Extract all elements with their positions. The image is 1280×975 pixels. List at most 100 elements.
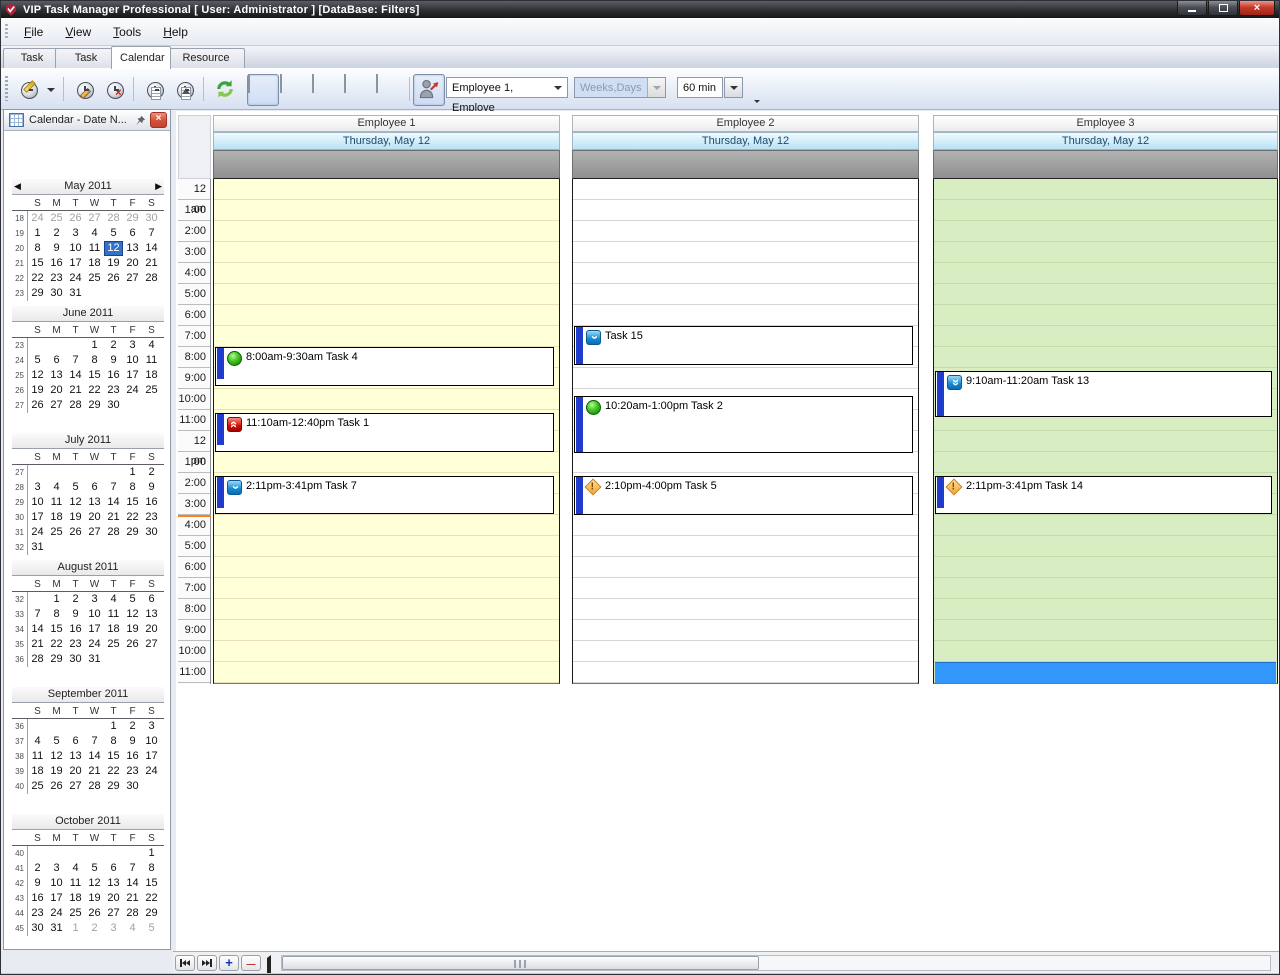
remove-resource-button[interactable] [241,955,261,971]
day-cell[interactable]: 5 [47,734,66,749]
day-cell[interactable]: 27 [85,211,104,226]
day-cell[interactable]: 22 [28,271,47,286]
next-month-arrow-icon[interactable]: ▶ [155,181,162,192]
day-cell[interactable]: 5 [142,921,161,936]
day-cell[interactable]: 10 [123,353,142,368]
day-cell[interactable]: 2 [66,592,85,607]
day-cell[interactable]: 3 [85,592,104,607]
horizontal-scrollbar[interactable] [281,955,1271,971]
day-cell[interactable]: 30 [47,286,66,301]
day-cell[interactable]: 2 [123,719,142,734]
day-cell[interactable]: 4 [142,338,161,353]
day-cell[interactable]: 7 [28,607,47,622]
day-cell[interactable]: 12 [47,749,66,764]
day-cell[interactable]: 16 [66,622,85,637]
day-cell[interactable]: 16 [28,891,47,906]
day-cell[interactable]: 7 [104,480,123,495]
day-cell[interactable]: 14 [28,622,47,637]
day-cell[interactable]: 3 [66,226,85,241]
day-cell[interactable]: 28 [123,906,142,921]
calendar-event-task15[interactable]: ‹ Task 15 [574,326,913,365]
calendar-event-task7[interactable]: ‹ 2:11pm-3:41pm Task 7 [215,476,554,514]
tab-calendar[interactable]: Calendar [111,46,171,69]
group-by-resource-button[interactable] [413,74,445,106]
panel-close-button[interactable]: × [150,112,167,128]
day-cell[interactable]: 13 [104,876,123,891]
day-cell[interactable]: 26 [66,525,85,540]
close-button[interactable]: × [1239,1,1275,16]
day-cell[interactable]: 15 [123,495,142,510]
day-cell[interactable]: 3 [104,921,123,936]
day-cell[interactable]: 29 [47,652,66,667]
day-cell[interactable]: 11 [85,241,104,256]
day-cell[interactable]: 23 [104,383,123,398]
day-cell[interactable]: 24 [47,906,66,921]
day-cell[interactable]: 4 [28,734,47,749]
day-cell[interactable]: 22 [142,891,161,906]
day-cell[interactable]: 5 [28,353,47,368]
day-cell[interactable]: 6 [85,480,104,495]
day-cell[interactable]: 29 [123,211,142,226]
day-cell[interactable]: 1 [28,226,47,241]
day-cell[interactable]: 25 [142,383,161,398]
scrollbar-thumb[interactable] [282,956,759,970]
day-cell[interactable]: 29 [85,398,104,413]
day-cell[interactable]: 19 [104,256,123,271]
day-cell[interactable]: 20 [85,510,104,525]
day-grid-employee1[interactable]: 8:00am-9:30am Task 4 « 11:10am-12:40pm T… [213,179,560,684]
day-cell[interactable]: 27 [123,271,142,286]
day-cell[interactable]: 13 [123,241,142,256]
day-cell[interactable]: 11 [104,607,123,622]
day-cell[interactable]: 7 [123,861,142,876]
day-cell[interactable]: 25 [47,211,66,226]
tab-resource-list[interactable]: Resource List [167,48,245,68]
day-cell[interactable]: 10 [47,876,66,891]
day-cell[interactable]: 27 [85,525,104,540]
day-cell[interactable]: 19 [85,891,104,906]
day-cell[interactable]: 26 [28,398,47,413]
day-cell[interactable]: 1 [85,338,104,353]
calendar-event-task14[interactable]: ! 2:11pm-3:41pm Task 14 [935,476,1272,514]
day-cell[interactable]: 4 [104,592,123,607]
day-cell[interactable]: 8 [85,353,104,368]
day-cell[interactable]: 14 [85,749,104,764]
day-cell[interactable]: 11 [66,876,85,891]
day-cell[interactable]: 2 [28,861,47,876]
day-cell[interactable]: 20 [104,891,123,906]
day-cell[interactable]: 3 [123,338,142,353]
day-cell[interactable]: 13 [66,749,85,764]
day-cell[interactable]: 9 [47,241,66,256]
day-cell[interactable]: 13 [47,368,66,383]
day-cell[interactable]: 10 [85,607,104,622]
day-cell[interactable]: 15 [85,368,104,383]
day-cell[interactable]: 18 [85,256,104,271]
day-cell[interactable]: 28 [142,271,161,286]
day-cell[interactable]: 9 [123,734,142,749]
copy-task-button[interactable] [139,74,171,106]
view-list-button[interactable] [375,74,407,106]
day-cell[interactable]: 14 [66,368,85,383]
interval-combo[interactable]: 60 min [677,77,723,98]
day-cell[interactable]: 20 [47,383,66,398]
day-cell[interactable]: 4 [66,861,85,876]
day-cell[interactable]: 27 [66,779,85,794]
day-cell[interactable]: 24 [28,525,47,540]
day-cell[interactable]: 12 [104,241,123,256]
day-cell[interactable]: 29 [142,906,161,921]
day-cell[interactable]: 2 [104,338,123,353]
day-cell[interactable]: 1 [142,846,161,861]
day-cell[interactable]: 5 [85,861,104,876]
interval-dropdown-button[interactable] [724,77,743,98]
day-cell[interactable]: 22 [104,764,123,779]
calendar-event-task5[interactable]: ! 2:10pm-4:00pm Task 5 [574,476,913,515]
day-cell[interactable]: 7 [142,226,161,241]
day-cell[interactable]: 16 [142,495,161,510]
day-cell[interactable]: 22 [85,383,104,398]
day-cell[interactable]: 21 [28,637,47,652]
prev-month-arrow-icon[interactable]: ◀ [14,181,21,192]
day-cell[interactable]: 25 [66,906,85,921]
day-cell[interactable]: 22 [47,637,66,652]
day-cell[interactable]: 21 [123,891,142,906]
day-grid-employee2[interactable]: ‹ Task 15 10:20am-1:00pm Task 2 ! 2:10pm… [572,179,919,684]
day-cell[interactable]: 24 [142,764,161,779]
